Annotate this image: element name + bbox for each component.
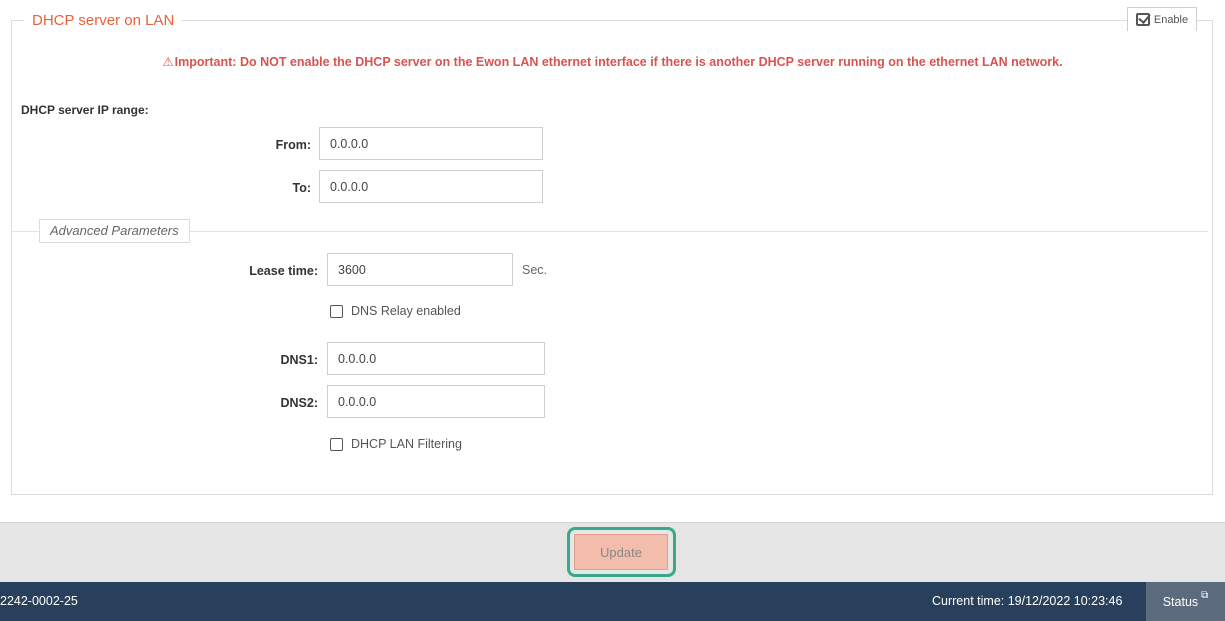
unchecked-checkbox-icon <box>330 437 343 451</box>
dns-relay-label: DNS Relay enabled <box>351 304 461 318</box>
advanced-divider <box>11 231 1208 232</box>
lan-filtering-label: DHCP LAN Filtering <box>351 437 462 451</box>
enable-label: Enable <box>1153 13 1189 26</box>
external-link-icon: ⧉ <box>1201 590 1209 601</box>
status-link[interactable]: Status ⧉ <box>1146 582 1225 621</box>
warning-text: Important: Do NOT enable the DHCP server… <box>174 55 1063 69</box>
warning-triangle-icon: ⚠ <box>162 55 174 69</box>
checked-checkbox-icon <box>1135 13 1150 26</box>
advanced-parameters-title: Advanced Parameters <box>39 219 190 243</box>
current-time: Current time: 19/12/2022 10:23:46 <box>932 594 1123 608</box>
lease-time-unit: Sec. <box>522 263 548 277</box>
dhcp-server-panel <box>11 20 1213 495</box>
dns2-input[interactable] <box>327 385 545 418</box>
status-footer: 2242-0002-25 Current time: 19/12/2022 10… <box>0 582 1225 621</box>
device-id: 2242-0002-25 <box>0 594 78 608</box>
dns1-label: DNS1: <box>280 353 318 367</box>
from-label: From: <box>275 138 311 152</box>
dhcp-lan-filtering-checkbox[interactable]: DHCP LAN Filtering <box>330 437 462 451</box>
from-ip-input[interactable] <box>319 127 543 160</box>
dns-relay-checkbox[interactable]: DNS Relay enabled <box>330 304 461 318</box>
enable-toggle[interactable]: Enable <box>1127 7 1197 31</box>
unchecked-checkbox-icon <box>330 304 343 318</box>
update-button[interactable]: Update <box>574 534 668 570</box>
to-label: To: <box>292 181 311 195</box>
lease-time-input[interactable] <box>327 253 513 286</box>
section-title: DHCP server on LAN <box>24 11 183 31</box>
status-label: Status <box>1162 594 1199 609</box>
to-ip-input[interactable] <box>319 170 543 203</box>
dns2-label: DNS2: <box>280 396 318 410</box>
ip-range-label: DHCP server IP range: <box>21 103 149 117</box>
dns1-input[interactable] <box>327 342 545 375</box>
lease-time-label: Lease time: <box>249 264 318 278</box>
dhcp-warning: ⚠Important: Do NOT enable the DHCP serve… <box>0 54 1225 69</box>
